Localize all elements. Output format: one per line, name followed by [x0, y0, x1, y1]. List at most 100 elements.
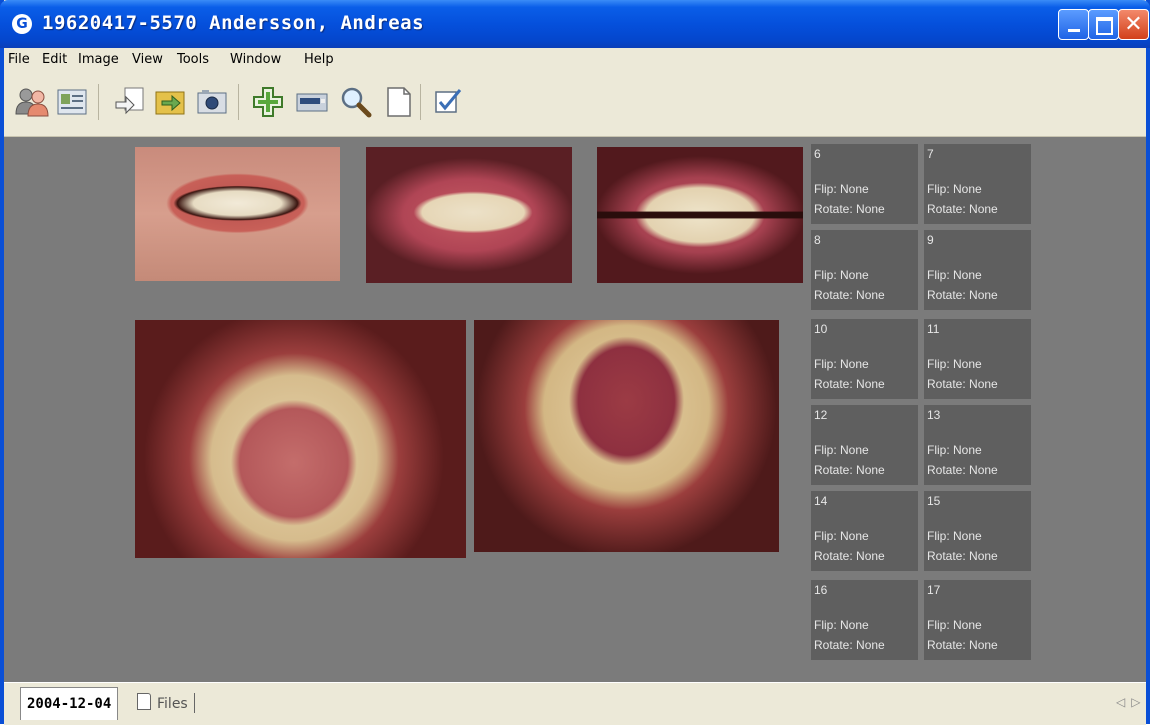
- close-icon: ✕: [1124, 12, 1143, 37]
- search-icon[interactable]: [338, 84, 374, 120]
- slot-rotate: Rotate: None: [814, 463, 885, 477]
- import-icon[interactable]: [112, 84, 148, 120]
- slot-type: Type: Digital: [814, 222, 880, 224]
- slot-flip: Flip: None: [927, 618, 982, 632]
- slot-flip: Flip: None: [927, 182, 982, 196]
- slot-rotate: Rotate: None: [814, 549, 885, 563]
- slot-type: Type: Digital: [814, 483, 880, 485]
- slot-flip: Flip: None: [814, 618, 869, 632]
- image-slot[interactable]: 11 Flip: None Rotate: None Type: Digital: [924, 319, 1031, 399]
- slot-rotate: Rotate: None: [927, 463, 998, 477]
- slot-flip: Flip: None: [927, 443, 982, 457]
- camera-icon[interactable]: [194, 84, 230, 120]
- menu-tools[interactable]: Tools: [177, 52, 209, 67]
- slot-rotate: Rotate: None: [814, 288, 885, 302]
- slot-flip: Flip: None: [927, 357, 982, 371]
- image-slot[interactable]: 7 Flip: None Rotate: None Type: Digital: [924, 144, 1031, 224]
- tab-divider: [193, 693, 195, 713]
- image-slot[interactable]: 15 Flip: None Rotate: None Type: Digital: [924, 491, 1031, 571]
- add-icon[interactable]: [250, 84, 286, 120]
- slot-number: 8: [814, 233, 821, 247]
- image-slot[interactable]: 14 Flip: None Rotate: None Type: Digital: [811, 491, 918, 571]
- image-slot[interactable]: 10 Flip: None Rotate: None Type: Digital: [811, 319, 918, 399]
- minimize-button[interactable]: [1058, 9, 1089, 40]
- image-slot[interactable]: 16 Flip: None Rotate: None Type: Digital: [811, 580, 918, 660]
- slot-number: 17: [927, 583, 941, 597]
- tab-files-label: Files: [157, 696, 188, 712]
- slot-flip: Flip: None: [814, 182, 869, 196]
- patients-icon[interactable]: [14, 84, 50, 120]
- frontal-photo[interactable]: [366, 147, 572, 283]
- slot-number: 10: [814, 322, 828, 336]
- slot-type: Type: Digital: [927, 569, 993, 571]
- toolbar-separator: [420, 84, 421, 120]
- tab-date[interactable]: 2004-12-04: [20, 687, 119, 720]
- image-slot[interactable]: 6 Flip: None Rotate: None Type: Digital: [811, 144, 918, 224]
- slot-type: Type: Digital: [814, 397, 880, 399]
- smile-photo[interactable]: [135, 147, 340, 281]
- export-icon[interactable]: [152, 84, 188, 120]
- checklist-icon[interactable]: [430, 84, 466, 120]
- slot-rotate: Rotate: None: [927, 377, 998, 391]
- title-bar[interactable]: G 19620417-5570 Andersson, Andreas ✕: [0, 0, 1150, 48]
- new-document-icon[interactable]: [380, 84, 416, 120]
- upper-occlusal-photo[interactable]: [135, 320, 466, 558]
- slot-number: 7: [927, 147, 934, 161]
- slot-type: Type: Digital: [927, 483, 993, 485]
- image-slot[interactable]: 12 Flip: None Rotate: None Type: Digital: [811, 405, 918, 485]
- slot-rotate: Rotate: None: [814, 202, 885, 216]
- slot-type: Type: Digital: [814, 658, 880, 660]
- image-slot[interactable]: 8 Flip: None Rotate: None Type: Digital: [811, 230, 918, 310]
- slot-type: Type: Digital: [927, 308, 993, 310]
- slot-rotate: Rotate: None: [814, 377, 885, 391]
- menu-bar: File Edit Image View Tools Window Help: [4, 48, 1146, 72]
- menu-window[interactable]: Window: [230, 52, 281, 67]
- scanner-icon[interactable]: [294, 84, 330, 120]
- menu-edit[interactable]: Edit: [42, 52, 67, 67]
- lower-occlusal-photo[interactable]: [474, 320, 779, 552]
- slot-number: 11: [927, 322, 940, 336]
- frontal-open-photo[interactable]: [597, 147, 803, 283]
- slot-type: Type: Digital: [814, 308, 880, 310]
- menu-image[interactable]: Image: [78, 52, 119, 67]
- slot-rotate: Rotate: None: [814, 638, 885, 652]
- slot-number: 13: [927, 408, 941, 422]
- app-window: G 19620417-5570 Andersson, Andreas ✕ Fil…: [0, 0, 1150, 725]
- slot-flip: Flip: None: [814, 443, 869, 457]
- window-title: 19620417-5570 Andersson, Andreas: [42, 12, 425, 34]
- slot-flip: Flip: None: [927, 268, 982, 282]
- slot-flip: Flip: None: [814, 357, 869, 371]
- slot-flip: Flip: None: [814, 268, 869, 282]
- image-workspace: 6 Flip: None Rotate: None Type: Digital …: [4, 137, 1146, 682]
- slot-type: Type: Digital: [927, 222, 993, 224]
- slot-flip: Flip: None: [814, 529, 869, 543]
- slot-number: 9: [927, 233, 934, 247]
- slot-rotate: Rotate: None: [927, 288, 998, 302]
- image-slot[interactable]: 9 Flip: None Rotate: None Type: Digital: [924, 230, 1031, 310]
- menu-help[interactable]: Help: [304, 52, 334, 67]
- slot-rotate: Rotate: None: [927, 202, 998, 216]
- slot-type: Type: Digital: [927, 397, 993, 399]
- slot-number: 16: [814, 583, 828, 597]
- document-icon: [137, 693, 151, 710]
- tab-strip: 2004-12-04 Files ◁▷: [4, 682, 1146, 725]
- slot-number: 15: [927, 494, 941, 508]
- patient-card-icon[interactable]: [54, 84, 90, 120]
- slot-rotate: Rotate: None: [927, 638, 998, 652]
- slot-flip: Flip: None: [927, 529, 982, 543]
- tab-files[interactable]: Files: [137, 692, 195, 716]
- slot-rotate: Rotate: None: [927, 549, 998, 563]
- tab-scroll-arrows[interactable]: ◁▷: [1116, 695, 1146, 709]
- toolbar: [4, 72, 1146, 137]
- toolbar-separator: [98, 84, 99, 120]
- slot-number: 12: [814, 408, 828, 422]
- slot-number: 14: [814, 494, 828, 508]
- app-icon: G: [12, 14, 32, 34]
- slot-type: Type: Digital: [927, 658, 993, 660]
- image-slot[interactable]: 17 Flip: None Rotate: None Type: Digital: [924, 580, 1031, 660]
- menu-file[interactable]: File: [8, 52, 30, 67]
- image-slot[interactable]: 13 Flip: None Rotate: None Type: Digital: [924, 405, 1031, 485]
- close-button[interactable]: ✕: [1118, 9, 1149, 40]
- menu-view[interactable]: View: [132, 52, 163, 67]
- maximize-button[interactable]: [1088, 9, 1119, 40]
